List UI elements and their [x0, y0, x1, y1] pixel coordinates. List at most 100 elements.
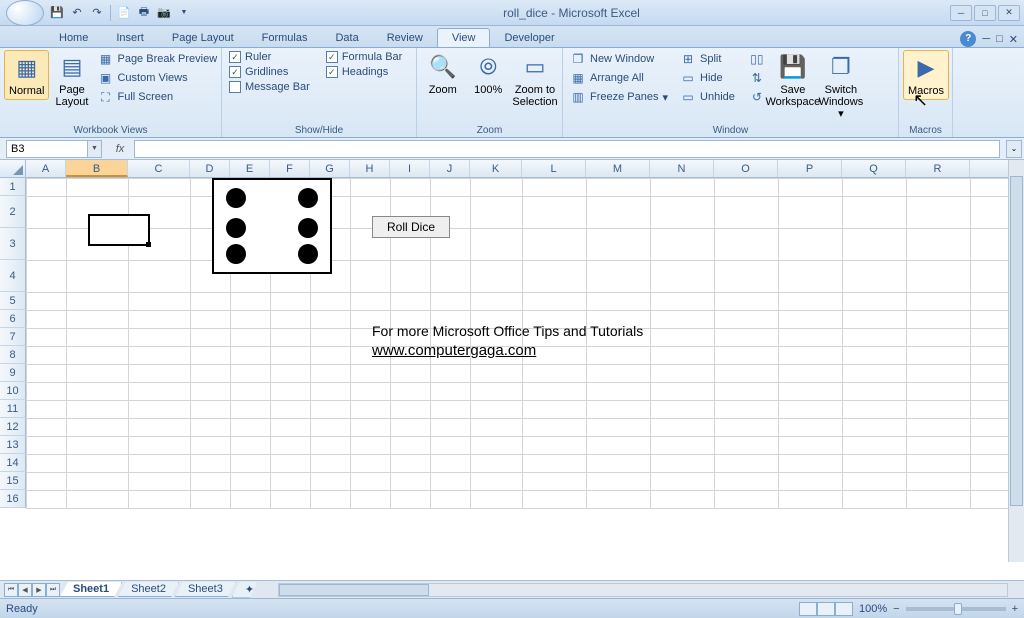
- close-button[interactable]: ✕: [998, 5, 1020, 21]
- worksheet-grid[interactable]: ABCDEFGHIJKLMNOPQR 123456789101112131415…: [0, 160, 1024, 580]
- print-icon[interactable]: 🖶: [135, 4, 153, 22]
- normal-view-button[interactable]: ▦ Normal: [4, 50, 49, 100]
- ruler-checkbox[interactable]: ✓Ruler: [226, 50, 313, 64]
- vertical-scrollbar[interactable]: [1008, 160, 1024, 562]
- zoom-selection-button[interactable]: ▭Zoom to Selection: [512, 50, 558, 110]
- tab-formulas[interactable]: Formulas: [248, 29, 322, 47]
- select-all-corner[interactable]: [0, 160, 26, 177]
- column-header-I[interactable]: I: [390, 160, 430, 177]
- sheet-tab-2[interactable]: Sheet2: [118, 582, 179, 597]
- row-header-16[interactable]: 16: [0, 490, 26, 508]
- message-bar-checkbox[interactable]: Message Bar: [226, 80, 313, 94]
- undo-icon[interactable]: ↶: [68, 4, 86, 22]
- custom-views-button[interactable]: ▣Custom Views: [94, 69, 220, 87]
- status-normal-view[interactable]: [799, 602, 817, 616]
- tab-review[interactable]: Review: [373, 29, 437, 47]
- tab-insert[interactable]: Insert: [102, 29, 158, 47]
- row-header-12[interactable]: 12: [0, 418, 26, 436]
- tab-view[interactable]: View: [437, 28, 491, 47]
- row-header-5[interactable]: 5: [0, 292, 26, 310]
- split-button[interactable]: ⊞Split: [677, 50, 738, 68]
- horizontal-scrollbar[interactable]: [278, 583, 1008, 597]
- full-screen-button[interactable]: ⛶Full Screen: [94, 88, 220, 106]
- zoom-percent[interactable]: 100%: [859, 603, 887, 615]
- column-header-J[interactable]: J: [430, 160, 470, 177]
- headings-checkbox[interactable]: ✓Headings: [323, 65, 406, 79]
- page-layout-button[interactable]: ▤ Page Layout: [51, 50, 92, 110]
- column-header-M[interactable]: M: [586, 160, 650, 177]
- fx-button[interactable]: fx: [108, 140, 132, 158]
- switch-windows-button[interactable]: ❐Switch Windows ▾: [818, 50, 864, 122]
- sheet-nav-last[interactable]: ⏭: [46, 583, 60, 597]
- column-header-O[interactable]: O: [714, 160, 778, 177]
- sheet-tab-1[interactable]: Sheet1: [60, 582, 122, 597]
- column-header-R[interactable]: R: [906, 160, 970, 177]
- zoom-in-button[interactable]: +: [1012, 603, 1018, 615]
- tab-developer[interactable]: Developer: [490, 29, 568, 47]
- name-box-dropdown[interactable]: ▼: [88, 140, 102, 158]
- row-header-7[interactable]: 7: [0, 328, 26, 346]
- row-header-9[interactable]: 9: [0, 364, 26, 382]
- hide-button[interactable]: ▭Hide: [677, 69, 738, 87]
- row-header-14[interactable]: 14: [0, 454, 26, 472]
- macros-button[interactable]: ▶Macros: [903, 50, 949, 100]
- zoom-100-button[interactable]: ⦾100%: [467, 50, 511, 98]
- redo-icon[interactable]: ↷: [88, 4, 106, 22]
- status-page-layout-view[interactable]: [817, 602, 835, 616]
- column-header-K[interactable]: K: [470, 160, 522, 177]
- formula-bar-checkbox[interactable]: ✓Formula Bar: [323, 50, 406, 64]
- sheet-nav-first[interactable]: ⏮: [4, 583, 18, 597]
- zoom-out-button[interactable]: −: [893, 603, 899, 615]
- maximize-button[interactable]: □: [974, 5, 996, 21]
- doc-restore-icon[interactable]: □: [996, 33, 1003, 45]
- help-icon[interactable]: ?: [960, 31, 976, 47]
- freeze-panes-button[interactable]: ▥Freeze Panes ▾: [567, 88, 671, 106]
- row-header-8[interactable]: 8: [0, 346, 26, 364]
- column-header-Q[interactable]: Q: [842, 160, 906, 177]
- column-header-C[interactable]: C: [128, 160, 190, 177]
- row-header-11[interactable]: 11: [0, 400, 26, 418]
- column-header-B[interactable]: B: [66, 160, 128, 177]
- name-box[interactable]: B3: [6, 140, 88, 158]
- qat-dropdown-icon[interactable]: ▼: [175, 4, 193, 22]
- column-header-D[interactable]: D: [190, 160, 230, 177]
- view-side-by-side-button[interactable]: ▯▯: [746, 50, 768, 68]
- column-header-P[interactable]: P: [778, 160, 842, 177]
- status-page-break-view[interactable]: [835, 602, 853, 616]
- hyperlink[interactable]: www.computergaga.com: [372, 342, 536, 359]
- roll-dice-button[interactable]: Roll Dice: [372, 216, 450, 238]
- doc-minimize-icon[interactable]: ─: [982, 33, 990, 45]
- column-header-N[interactable]: N: [650, 160, 714, 177]
- save-icon[interactable]: 💾: [48, 4, 66, 22]
- sheet-tab-3[interactable]: Sheet3: [175, 582, 236, 597]
- fill-handle[interactable]: [146, 242, 151, 247]
- row-header-2[interactable]: 2: [0, 196, 26, 228]
- minimize-button[interactable]: ─: [950, 5, 972, 21]
- column-header-A[interactable]: A: [26, 160, 66, 177]
- office-button[interactable]: [6, 0, 44, 26]
- row-header-1[interactable]: 1: [0, 178, 26, 196]
- dice-shape[interactable]: [212, 178, 332, 274]
- row-header-13[interactable]: 13: [0, 436, 26, 454]
- row-header-6[interactable]: 6: [0, 310, 26, 328]
- row-header-4[interactable]: 4: [0, 260, 26, 292]
- row-header-15[interactable]: 15: [0, 472, 26, 490]
- tab-home[interactable]: Home: [45, 29, 102, 47]
- row-header-3[interactable]: 3: [0, 228, 26, 260]
- zoom-button[interactable]: 🔍Zoom: [421, 50, 465, 98]
- tab-page-layout[interactable]: Page Layout: [158, 29, 248, 47]
- column-header-H[interactable]: H: [350, 160, 390, 177]
- gridlines-checkbox[interactable]: ✓Gridlines: [226, 65, 313, 79]
- selected-cell[interactable]: [88, 214, 150, 246]
- unhide-button[interactable]: ▭Unhide: [677, 88, 738, 106]
- new-icon[interactable]: 📄: [115, 4, 133, 22]
- column-header-G[interactable]: G: [310, 160, 350, 177]
- save-workspace-button[interactable]: 💾Save Workspace: [770, 50, 816, 110]
- column-header-E[interactable]: E: [230, 160, 270, 177]
- sheet-nav-next[interactable]: ▶: [32, 583, 46, 597]
- new-window-button[interactable]: ❐New Window: [567, 50, 671, 68]
- sheet-nav-prev[interactable]: ◀: [18, 583, 32, 597]
- row-header-10[interactable]: 10: [0, 382, 26, 400]
- doc-close-icon[interactable]: ✕: [1009, 33, 1018, 46]
- zoom-slider[interactable]: [906, 607, 1006, 611]
